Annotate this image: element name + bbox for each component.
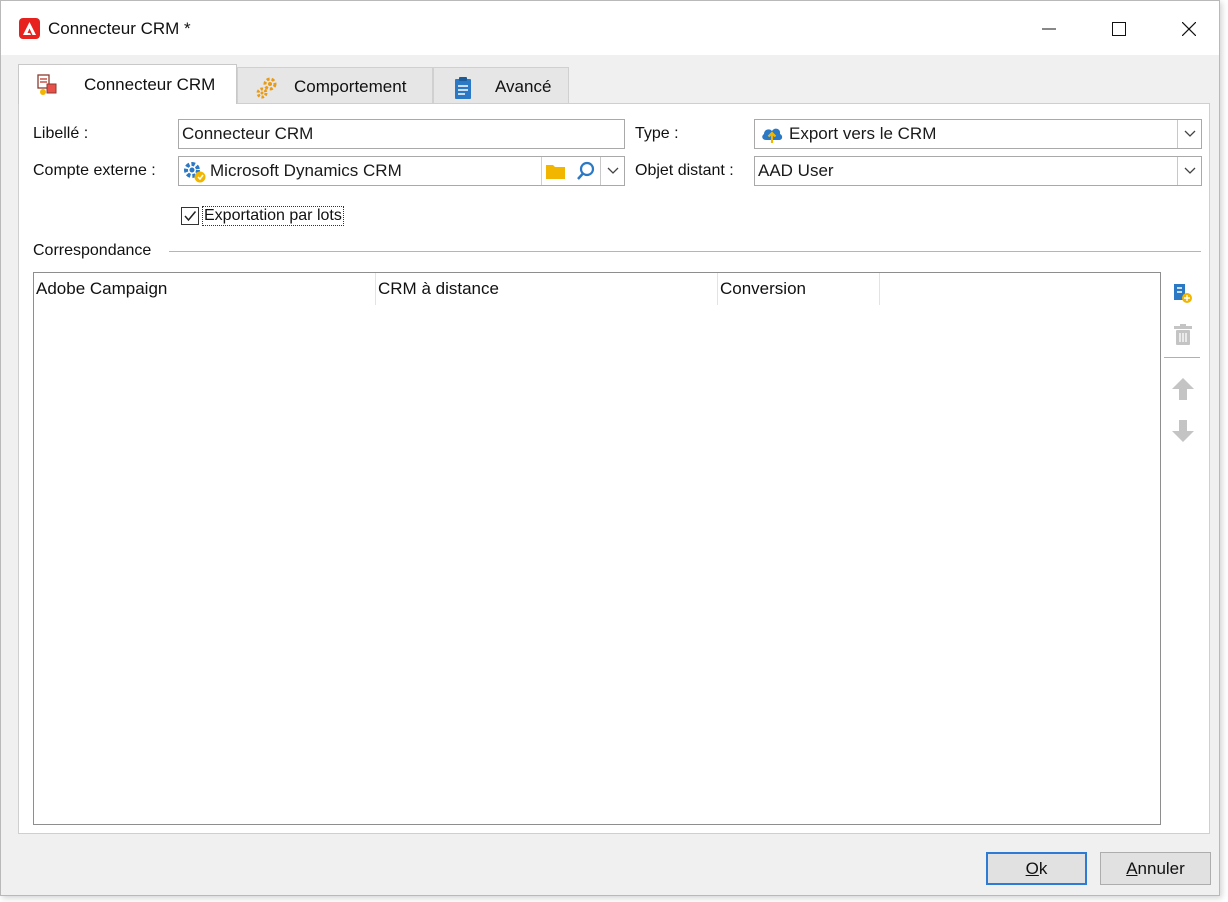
column-header-conversion[interactable]: Conversion xyxy=(718,273,880,305)
cancel-label-rest: nnuler xyxy=(1137,859,1185,878)
column-header-crm-a-distance[interactable]: CRM à distance xyxy=(376,273,718,305)
maximize-button[interactable] xyxy=(1096,13,1142,45)
remote-object-label: Objet distant : xyxy=(635,162,734,179)
external-account-actions xyxy=(541,157,624,185)
tab-label: Connecteur CRM xyxy=(84,75,216,94)
remote-object-value: AAD User xyxy=(758,161,834,180)
type-field-label: Type : xyxy=(635,125,679,142)
search-icon[interactable] xyxy=(576,161,596,185)
add-mapping-button[interactable] xyxy=(1169,279,1197,307)
label-input-value: Connecteur CRM xyxy=(182,124,314,143)
label-field-label: Libellé : xyxy=(33,125,89,142)
group-divider xyxy=(169,251,1201,252)
adobe-campaign-logo-icon xyxy=(19,18,40,39)
move-down-icon xyxy=(1172,420,1194,442)
mapping-group-title: Correspondance xyxy=(33,242,152,259)
maximize-icon xyxy=(1112,22,1126,36)
type-select-value: Export vers le CRM xyxy=(789,124,937,143)
external-account-dropdown-button[interactable] xyxy=(600,157,624,185)
cancel-button[interactable]: Annuler xyxy=(1100,852,1211,885)
cancel-label-accel: A xyxy=(1126,859,1138,878)
type-select[interactable]: Export vers le CRM xyxy=(754,119,1202,149)
cloud-upload-icon xyxy=(760,123,784,148)
checkmark-icon xyxy=(184,211,197,222)
minimize-button[interactable] xyxy=(1026,13,1072,45)
tab-avance[interactable]: Avancé xyxy=(433,67,569,103)
delete-button[interactable] xyxy=(1169,321,1197,349)
ok-label-accel: O xyxy=(1025,859,1039,878)
minimize-icon xyxy=(1042,28,1056,30)
mapping-table[interactable]: Adobe Campaign CRM à distance Conversion xyxy=(33,272,1161,825)
add-mapping-icon xyxy=(1174,284,1192,303)
toolbar-separator xyxy=(1164,357,1200,358)
remote-object-select[interactable]: AAD User xyxy=(754,156,1202,186)
ok-label-rest: k xyxy=(1038,859,1048,878)
chevron-down-icon xyxy=(607,167,619,174)
tab-connecteur-crm[interactable]: Connecteur CRM xyxy=(18,64,237,104)
remote-object-dropdown-button[interactable] xyxy=(1177,157,1201,185)
label-input[interactable]: Connecteur CRM xyxy=(178,119,625,149)
dialog-window: Connecteur CRM * Connecteur CRM Comporte… xyxy=(0,0,1220,896)
chevron-down-icon xyxy=(1184,130,1196,137)
type-dropdown-button[interactable] xyxy=(1177,120,1201,148)
external-account-value: Microsoft Dynamics CRM xyxy=(210,161,402,180)
batch-export-label[interactable]: Exportation par lots xyxy=(202,206,344,226)
crm-connector-icon xyxy=(35,72,61,98)
title-bar[interactable]: Connecteur CRM * xyxy=(1,1,1219,55)
column-header-adobe-campaign[interactable]: Adobe Campaign xyxy=(34,273,376,305)
tab-comportement[interactable]: Comportement xyxy=(237,67,433,103)
close-button[interactable] xyxy=(1166,13,1212,45)
external-account-field[interactable]: Microsoft Dynamics CRM xyxy=(178,156,625,186)
gears-icon xyxy=(254,75,280,101)
move-down-button[interactable] xyxy=(1169,417,1197,445)
external-account-icon xyxy=(182,160,208,185)
external-account-label: Compte externe : xyxy=(33,162,156,179)
clipboard-icon xyxy=(450,75,476,101)
move-up-icon xyxy=(1172,378,1194,400)
tab-label: Avancé xyxy=(495,77,552,96)
batch-export-checkbox[interactable] xyxy=(181,207,199,225)
window-title: Connecteur CRM * xyxy=(48,19,191,38)
delete-icon xyxy=(1174,324,1192,345)
ok-button[interactable]: Ok xyxy=(986,852,1087,885)
move-up-button[interactable] xyxy=(1169,375,1197,403)
folder-icon[interactable] xyxy=(546,163,566,185)
tab-label: Comportement xyxy=(294,77,407,96)
close-icon xyxy=(1182,22,1196,36)
chevron-down-icon xyxy=(1184,167,1196,174)
